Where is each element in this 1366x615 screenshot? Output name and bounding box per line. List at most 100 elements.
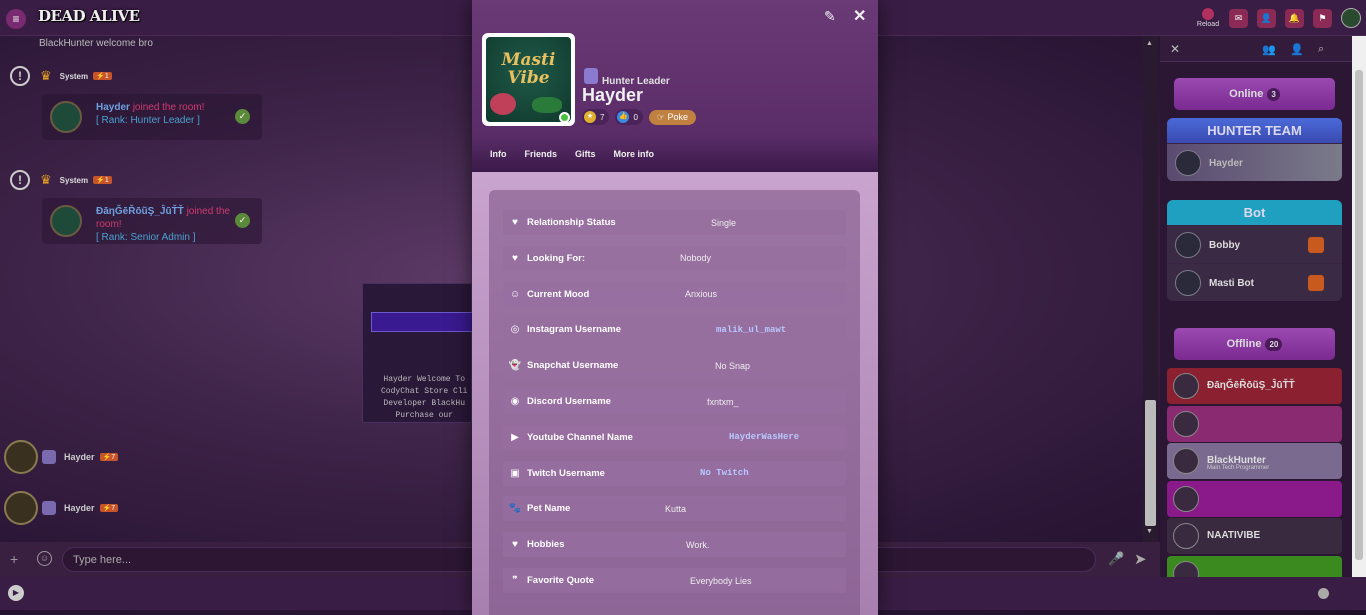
- info-row: ◉ Discord Username fxntxm_: [503, 389, 846, 414]
- users-icon[interactable]: 👥: [1262, 43, 1276, 56]
- system-message-header: ! ♛ System ⚡1: [10, 170, 112, 190]
- scroll-thumb[interactable]: [1145, 400, 1156, 526]
- info-label: Pet Name: [527, 503, 571, 515]
- reload-label: Reload: [1196, 21, 1220, 28]
- system-message-header: ! ♛ System ⚡1: [10, 66, 112, 86]
- message-username[interactable]: Hayder: [64, 503, 95, 513]
- gold-count: 7: [600, 112, 605, 122]
- likes-count: 0: [633, 112, 638, 122]
- info-value: Anxious: [685, 289, 718, 300]
- level-badge: ⚡7: [99, 504, 119, 512]
- chat-message: Hayder ⚡7: [4, 440, 119, 474]
- message-username[interactable]: Hayder: [64, 452, 95, 462]
- info-row: ▶ Youtube Channel Name HayderWasHere: [503, 424, 846, 450]
- info-label: Discord Username: [527, 396, 611, 407]
- notifications-icon[interactable]: 🔔: [1285, 8, 1304, 28]
- online-header: Online 3: [1174, 78, 1335, 110]
- avatar[interactable]: [4, 440, 38, 474]
- info-row: ☺ Current Mood Anxious: [503, 281, 846, 307]
- tab-info[interactable]: Info: [490, 149, 507, 159]
- tab-more-info[interactable]: More info: [614, 149, 655, 159]
- scroll-down-icon[interactable]: ▼: [1146, 528, 1153, 535]
- info-value: Everybody Lies: [690, 575, 752, 586]
- tab-gifts[interactable]: Gifts: [575, 149, 596, 159]
- heart-icon: ♥: [512, 217, 518, 228]
- online-label: Online: [1229, 88, 1264, 100]
- user-item[interactable]: Bobby: [1167, 225, 1342, 263]
- play-icon[interactable]: ▶: [8, 585, 24, 601]
- messages-icon[interactable]: ✉: [1229, 8, 1248, 28]
- offline-user-item[interactable]: ĐāηĞēŘōũŞ_ĴūŤŤ: [1167, 368, 1342, 404]
- site-logo[interactable]: DEAD ALIVE: [38, 7, 140, 25]
- info-row: ♥ Looking For: Nobody: [503, 245, 846, 271]
- profile-modal: ✎ ✕ Masti Vibe Hunter Leader Hayder ★ 7 …: [472, 0, 878, 615]
- leaf-shape: [532, 97, 562, 113]
- poke-label: Poke: [667, 111, 688, 122]
- likes-stat[interactable]: 👍 0: [615, 109, 643, 125]
- info-value: Work.: [686, 539, 710, 550]
- avatar: [1175, 270, 1201, 296]
- avatar[interactable]: [50, 101, 82, 133]
- emoji-icon[interactable]: ☺: [37, 551, 52, 566]
- user-avatar[interactable]: [1341, 8, 1361, 28]
- menu-icon[interactable]: ≡: [6, 9, 26, 29]
- user-item[interactable]: Masti Bot: [1167, 263, 1342, 301]
- user-name: Hayder: [1209, 158, 1243, 169]
- check-icon: ✓: [235, 109, 250, 124]
- friends-icon[interactable]: 👤: [1257, 8, 1276, 28]
- close-icon[interactable]: ✕: [1170, 42, 1180, 56]
- flower-shape: [490, 93, 516, 115]
- system-badge: ⚡1: [93, 72, 112, 80]
- join-username[interactable]: ĐāηĞēŘōũŞ_ĴūŤŤ: [96, 206, 184, 217]
- youtube-icon: ▶: [511, 431, 519, 443]
- avatar: [1175, 232, 1201, 258]
- popup-text: Hayder Welcome To CodyChat Store Cli Dev…: [381, 375, 468, 420]
- chat-scrollbar[interactable]: ▲ ▼: [1143, 36, 1158, 542]
- info-row: ▣ Twitch Username No Twitch: [503, 460, 846, 486]
- scroll-thumb[interactable]: [1355, 70, 1363, 560]
- page-scrollbar[interactable]: [1352, 36, 1366, 577]
- offline-user-item[interactable]: NAATIVIBE: [1167, 518, 1342, 554]
- avatar: [1173, 485, 1199, 512]
- edit-icon[interactable]: ✎: [824, 8, 836, 25]
- heart-icon: ♥: [512, 539, 518, 551]
- user-name: ĐāηĞēŘōũŞ_ĴūŤŤ: [1207, 380, 1295, 391]
- poke-button[interactable]: ☞ Poke: [648, 109, 696, 125]
- like-icon: 👍: [617, 111, 630, 123]
- user-name: Masti Bot: [1209, 278, 1254, 289]
- user-icon[interactable]: 👤: [1290, 43, 1304, 56]
- online-count: 3: [1267, 87, 1280, 101]
- mic-icon[interactable]: 🎤: [1108, 551, 1124, 567]
- reports-icon[interactable]: ⚑: [1313, 8, 1332, 28]
- plus-icon[interactable]: +: [10, 551, 18, 567]
- avatar-text: Masti Vibe: [501, 50, 556, 88]
- level-badge: ⚡7: [99, 453, 119, 461]
- popup-bar: [371, 312, 473, 332]
- close-icon[interactable]: ✕: [853, 6, 866, 26]
- offline-user-item[interactable]: [1167, 405, 1342, 442]
- info-row: ♥ Relationship Status Single: [503, 210, 846, 235]
- info-label: Twitch Username: [527, 467, 605, 479]
- offline-user-item[interactable]: [1167, 480, 1342, 517]
- settings-dot-icon[interactable]: [1318, 588, 1329, 599]
- user-item[interactable]: Hayder: [1167, 143, 1342, 181]
- avatar[interactable]: [50, 205, 82, 237]
- chat-message-text: BlackHunter welcome bro: [39, 38, 153, 49]
- avatar[interactable]: [4, 491, 38, 525]
- search-icon[interactable]: ⌕: [1318, 43, 1330, 55]
- chat-message: Hayder ⚡7: [4, 491, 119, 525]
- join-action: joined the room!: [132, 102, 205, 113]
- info-label: Relationship Status: [527, 217, 616, 228]
- reload-button[interactable]: Reload: [1196, 8, 1220, 28]
- offline-user-item[interactable]: [1167, 555, 1342, 577]
- scroll-up-icon[interactable]: ▲: [1146, 40, 1153, 47]
- gold-stat: ★ 7: [582, 109, 610, 125]
- avatar: [1173, 448, 1199, 474]
- tab-friends[interactable]: Friends: [525, 149, 558, 159]
- reload-icon: [1202, 8, 1214, 20]
- offline-user-item[interactable]: BlackHunter Main Tech Programmer: [1167, 443, 1342, 479]
- send-icon[interactable]: ➤: [1134, 550, 1147, 568]
- info-row: 👻 Snapchat Username No Snap: [503, 353, 846, 379]
- join-username[interactable]: Hayder: [96, 102, 130, 113]
- bot-header: Bot: [1167, 200, 1342, 225]
